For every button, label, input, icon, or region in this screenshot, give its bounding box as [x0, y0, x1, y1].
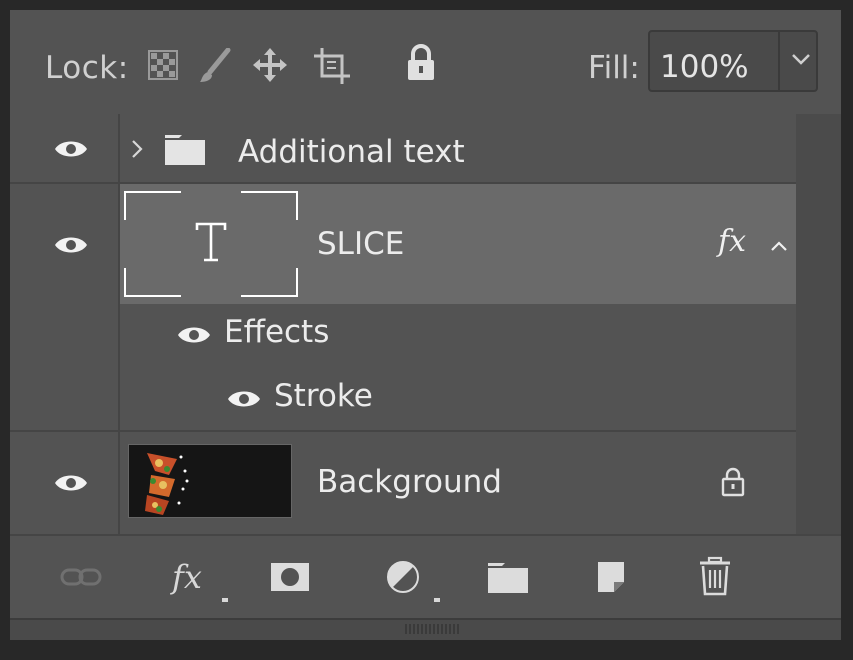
layers-list: Additional text SLICE fx Effects Stroke …	[10, 114, 841, 534]
layer-name[interactable]: SLICE	[317, 226, 404, 262]
visibility-column	[10, 432, 120, 534]
lock-artboards-icon[interactable]	[312, 46, 352, 86]
lock-row: Lock: Fill: 100%	[10, 10, 841, 114]
new-adjustment-layer-icon[interactable]	[386, 560, 420, 594]
background-thumbnail[interactable]	[128, 444, 292, 518]
pizza-image	[145, 453, 189, 515]
eye-icon[interactable]	[53, 234, 89, 256]
layer-name[interactable]: Additional text	[238, 134, 465, 170]
delete-layer-icon[interactable]	[698, 556, 732, 596]
chevron-up-icon[interactable]	[768, 238, 790, 254]
new-layer-icon[interactable]	[596, 560, 626, 594]
layer-row-background[interactable]: Background	[10, 432, 796, 534]
layer-row-text[interactable]: SLICE fx	[10, 184, 796, 304]
layer-effects-row[interactable]: Effects	[10, 304, 796, 366]
new-group-icon[interactable]	[486, 560, 530, 594]
fill-divider	[778, 32, 780, 90]
text-layer-thumbnail[interactable]	[123, 190, 299, 298]
panel-resize-bar[interactable]	[10, 618, 841, 640]
visibility-column	[10, 304, 120, 366]
lock-transparent-pixels-icon[interactable]	[148, 50, 178, 80]
lock-position-icon[interactable]	[252, 46, 288, 84]
stroke-label[interactable]: Stroke	[274, 378, 373, 414]
fx-indicator[interactable]: fx	[718, 224, 746, 259]
menu-indicator-icon	[222, 598, 228, 602]
lock-icon[interactable]	[720, 466, 746, 498]
layer-row-group[interactable]: Additional text	[10, 114, 796, 184]
eye-icon[interactable]	[226, 388, 262, 410]
chevron-down-icon[interactable]	[788, 46, 814, 72]
chevron-right-icon[interactable]	[130, 138, 144, 160]
scrollbar-track[interactable]	[796, 114, 841, 534]
visibility-column	[10, 366, 120, 432]
lock-label: Lock:	[45, 50, 129, 86]
layer-effect-stroke-row[interactable]: Stroke	[10, 366, 796, 432]
layers-panel: Lock: Fill: 100% Additional text SLICE f…	[10, 10, 841, 640]
eye-icon[interactable]	[53, 138, 89, 160]
menu-indicator-icon	[434, 598, 440, 602]
visibility-column	[10, 114, 120, 184]
add-mask-icon[interactable]	[270, 562, 310, 592]
fill-dropdown[interactable]: 100%	[648, 30, 818, 92]
layer-name[interactable]: Background	[317, 464, 502, 500]
fill-value[interactable]: 100%	[660, 49, 749, 85]
fill-label: Fill:	[588, 50, 640, 86]
add-layer-style-icon[interactable]: fx	[172, 558, 202, 596]
resize-grip[interactable]	[405, 624, 461, 634]
visibility-column	[10, 184, 120, 304]
link-layers-icon[interactable]	[60, 566, 102, 588]
layers-toolbar: fx	[10, 534, 841, 618]
effects-label[interactable]: Effects	[224, 314, 329, 350]
eye-icon[interactable]	[53, 472, 89, 494]
lock-all-icon[interactable]	[406, 44, 436, 82]
lock-image-pixels-icon[interactable]	[198, 48, 232, 84]
folder-icon	[165, 135, 205, 165]
eye-icon[interactable]	[176, 324, 212, 346]
